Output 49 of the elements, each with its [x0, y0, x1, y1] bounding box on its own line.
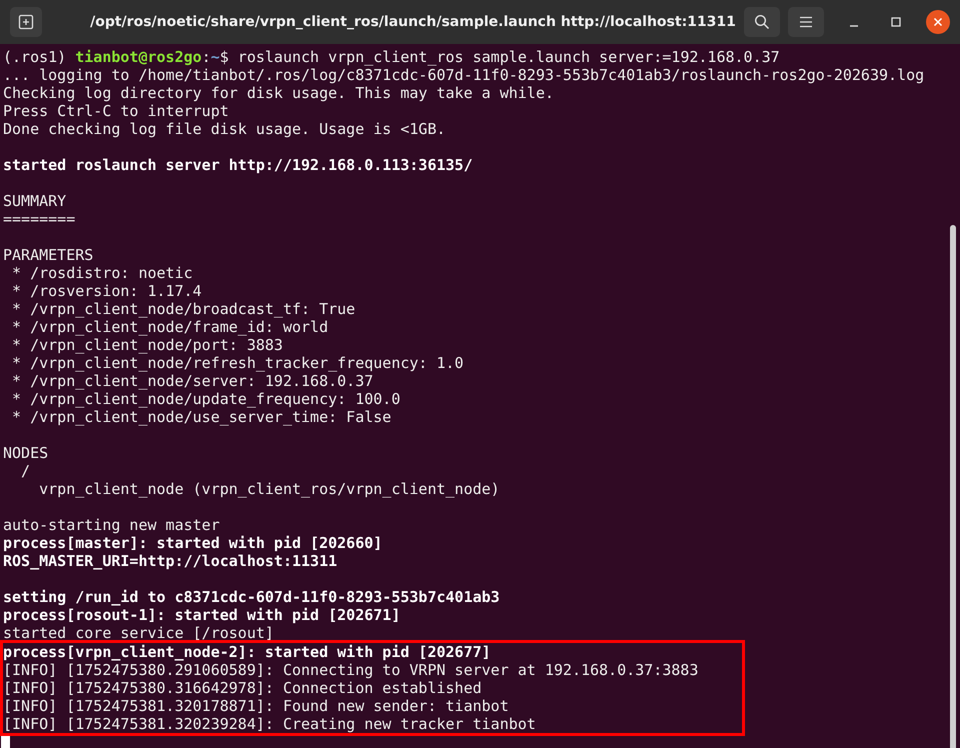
output-line: * /vrpn_client_node/refresh_tracker_frequency: 1.0: [11, 354, 465, 372]
output-line: process[master]: started with pid [202660]: [2, 534, 384, 552]
output-line: ========: [2, 210, 76, 228]
output-line: process[vrpn_client_node-2]: started with pid [202677]: [3, 643, 492, 661]
output-line: auto-starting new master: [2, 516, 221, 534]
close-icon: [933, 17, 943, 27]
search-icon: [754, 14, 770, 30]
output-line: Done checking log file disk usage. Usage is <1GB.: [2, 120, 447, 138]
window-title: /opt/ros/noetic/share/vrpn_client_ros/launch/sample.launch http://localhost:11311: [89, 14, 736, 30]
output-line: started roslaunch server http://192.168.0.113:36135/: [2, 156, 474, 174]
text-cursor: [1, 736, 10, 748]
output-line: * /rosversion: 1.17.4: [11, 282, 203, 300]
output-line: process[rosout-1]: started with pid [202671]: [2, 606, 402, 624]
output-line: SUMMARY: [2, 192, 68, 210]
output-line: * /rosdistro: noetic: [11, 264, 194, 282]
prompt-text: ~: [210, 48, 220, 66]
new-tab-icon: [18, 14, 34, 30]
menu-icon: [799, 16, 813, 28]
output-line: setting /run_id to c8371cdc-607d-11f0-8293-553b7c401ab3: [2, 588, 501, 606]
output-line: [INFO] [1752475381.320239284]: Creating new tracker tianbot: [3, 715, 537, 733]
new-tab-button[interactable]: [10, 7, 42, 37]
output-line: [INFO] [1752475380.316642978]: Connection established: [3, 679, 483, 697]
output-line: * /vrpn_client_node/broadcast_tf: True: [11, 300, 356, 318]
menu-button[interactable]: [788, 7, 824, 37]
maximize-icon: [891, 17, 901, 27]
output-line: /: [20, 462, 32, 480]
output-line: * /vrpn_client_node/frame_id: world: [11, 318, 330, 336]
prompt-text: :: [202, 48, 211, 66]
scrollbar[interactable]: [950, 225, 956, 748]
output-line: PARAMETERS: [2, 246, 94, 264]
minimize-icon: [849, 25, 859, 27]
output-line: Checking log directory for disk usage. This may take a while.: [2, 84, 555, 102]
output-line: vrpn_client_node (vrpn_client_ros/vrpn_client_node): [38, 480, 501, 498]
output-line: Press Ctrl-C to interrupt: [2, 102, 230, 120]
output-line: started core service [/rosout]: [2, 624, 275, 642]
prompt-text: (.ros1): [3, 48, 68, 66]
output-line: * /vrpn_client_node/port: 3883: [11, 336, 284, 354]
output-line: * /vrpn_client_node/use_server_time: False: [11, 408, 392, 426]
search-button[interactable]: [744, 7, 780, 37]
output-line: [INFO] [1752475381.320178871]: Found new sender: tianbot: [3, 697, 510, 715]
output-line: * /vrpn_client_node/update_frequency: 100.0: [11, 390, 402, 408]
prompt-text: $ roslaunch vrpn_client_ros sample.launch server:=192.168.0.37: [220, 48, 780, 66]
output-line: NODES: [2, 444, 50, 462]
output-line: [INFO] [1752475380.291060589]: Connecting to VRPN server at 192.168.0.37:3883: [3, 661, 700, 679]
output-line: ... logging to /home/tianbot/.ros/log/c8371cdc-607d-11f0-8293-553b7c401ab3/roslaunch-ros2go-202639.log: [2, 66, 926, 84]
output-line: * /vrpn_client_node/server: 192.168.0.37: [11, 372, 374, 390]
output-line: ROS_MASTER_URI=http://localhost:11311: [2, 552, 338, 570]
prompt-text: tianbot@ros2go: [75, 48, 202, 66]
close-button[interactable]: [926, 10, 950, 34]
